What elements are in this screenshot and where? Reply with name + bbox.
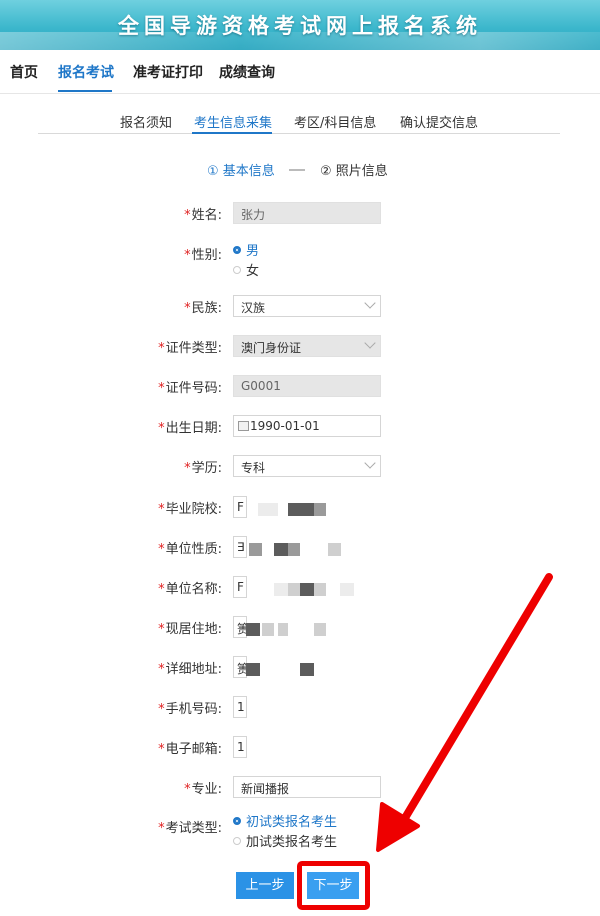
annotation-arrow-icon [376, 573, 553, 852]
